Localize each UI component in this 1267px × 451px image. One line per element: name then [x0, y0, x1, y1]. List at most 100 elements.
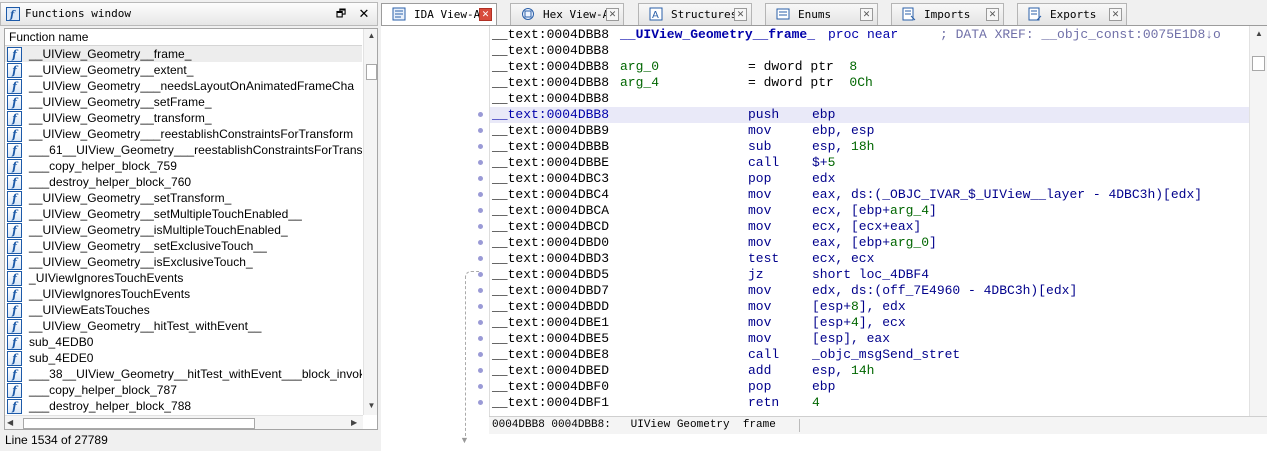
function-list-item[interactable]: f __UIView_Geometry__setTransform_	[5, 190, 362, 206]
column-header-function-name[interactable]: Function name	[5, 29, 362, 46]
function-list-item[interactable]: f ___38__UIView_Geometry__hitTest_withEve…	[5, 366, 362, 382]
operands: _objc_msgSend_stret	[812, 347, 960, 363]
close-tab-icon[interactable]: ✕	[860, 8, 873, 21]
close-tab-icon[interactable]: ✕	[986, 8, 999, 21]
disassembly-line[interactable]: __text:0004DBD0 mov eax, [ebp+arg_0]	[490, 235, 1249, 251]
breakpoint-dot[interactable]	[478, 288, 483, 293]
tab-ida-view-a[interactable]: IDA View-A ✕	[381, 3, 497, 26]
tab-exports[interactable]: Exports ✕	[1017, 3, 1127, 25]
scroll-right-icon[interactable]: ▶	[351, 416, 357, 429]
scroll-down-icon[interactable]: ▼	[364, 399, 377, 413]
function-list-item[interactable]: f ___destroy_helper_block_760	[5, 174, 362, 190]
scroll-thumb[interactable]	[1252, 56, 1265, 71]
disassembly-line[interactable]: __text:0004DBB9 mov ebp, esp	[490, 123, 1249, 139]
function-list-item[interactable]: f ___copy_helper_block_787	[5, 382, 362, 398]
function-list-item[interactable]: f __UIViewEatsTouches	[5, 302, 362, 318]
disassembly-line[interactable]: __text:0004DBED add esp, 14h	[490, 363, 1249, 379]
function-list-item[interactable]: f __UIView_Geometry__setFrame_	[5, 94, 362, 110]
tab-enums[interactable]: Enums ✕	[765, 3, 878, 25]
function-list-item[interactable]: f __UIView_Geometry__setMultipleTouchEnab…	[5, 206, 362, 222]
disassembly-line[interactable]: __text:0004DBB8 arg_0 = dword ptr 8	[490, 59, 1249, 75]
disassembly-line[interactable]: __text:0004DBF1 retn 4	[490, 395, 1249, 411]
function-list-item[interactable]: f __UIView_Geometry__isMultipleTouchEnabl…	[5, 222, 362, 238]
address: __text:0004DBDD	[492, 299, 610, 314]
mnemonic: mov	[748, 219, 772, 234]
function-list-item[interactable]: f __UIViewIgnoresTouchEvents	[5, 286, 362, 302]
close-tab-icon[interactable]: ✕	[734, 8, 747, 21]
function-list-item[interactable]: f ___copy_helper_block_759	[5, 158, 362, 174]
breakpoint-dot[interactable]	[478, 352, 483, 357]
breakpoint-dot[interactable]	[478, 400, 483, 405]
breakpoint-dot[interactable]	[478, 112, 483, 117]
functions-vertical-scrollbar[interactable]: ▲ ▼	[363, 29, 377, 415]
disassembly-line[interactable]: __text:0004DBB8 arg_4 = dword ptr 0Ch	[490, 75, 1249, 91]
disassembly-line[interactable]: __text:0004DBB8 __UIView_Geometry__frame_…	[490, 27, 1249, 43]
function-list-item[interactable]: f _UIViewIgnoresTouchEvents	[5, 270, 362, 286]
address: __text:0004DBB9	[492, 123, 610, 138]
disassembly-line[interactable]: __text:0004DBD7 mov edx, ds:(off_7E4960 - …	[490, 283, 1249, 299]
disassembly-line[interactable]: __text:0004DBD3 test ecx, ecx	[490, 251, 1249, 267]
tab-imports[interactable]: Imports ✕	[891, 3, 1004, 25]
tab-hex-view-a[interactable]: Hex View-A ✕	[510, 3, 624, 25]
disassembly-line[interactable]: __text:0004DBF0 pop ebp	[490, 379, 1249, 395]
disassembly-line[interactable]: __text:0004DBB8	[490, 91, 1249, 107]
tab-structures[interactable]: A Structures ✕	[638, 3, 752, 25]
functions-window-titlebar[interactable]: f Functions window 🗗 ✕	[0, 2, 378, 26]
float-window-icon[interactable]: 🗗	[333, 6, 349, 22]
disassembly-listing[interactable]: __text:0004DBB8 __UIView_Geometry__frame_…	[489, 26, 1249, 416]
breakpoint-dot[interactable]	[478, 256, 483, 261]
function-list-item[interactable]: f __UIView_Geometry__isExclusiveTouch_	[5, 254, 362, 270]
function-list-item[interactable]: f __UIView_Geometry___reestablishConstrai…	[5, 126, 362, 142]
scroll-left-icon[interactable]: ◀	[7, 416, 13, 429]
breakpoint-dot[interactable]	[478, 176, 483, 181]
function-list-item[interactable]: f __UIView_Geometry__extent_	[5, 62, 362, 78]
function-list-item[interactable]: f __UIView_Geometry__setExclusiveTouch__	[5, 238, 362, 254]
function-list-item[interactable]: f ___destroy_helper_block_788	[5, 398, 362, 414]
disassembly-line[interactable]: __text:0004DBE5 mov [esp], eax	[490, 331, 1249, 347]
disassembly-line[interactable]: __text:0004DBBB sub esp, 18h	[490, 139, 1249, 155]
disassembly-line[interactable]: __text:0004DBB8	[490, 43, 1249, 59]
breakpoint-dot[interactable]	[478, 320, 483, 325]
disassembly-line[interactable]: __text:0004DBE8 call _objc_msgSend_stret	[490, 347, 1249, 363]
disassembly-line[interactable]: __text:0004DBC3 pop edx	[490, 171, 1249, 187]
functions-list[interactable]: Function name f __UIView_Geometry__frame_…	[4, 28, 378, 430]
scroll-thumb[interactable]	[366, 64, 377, 80]
function-list-item[interactable]: f ___61__UIView_Geometry___reestablishCon…	[5, 142, 362, 158]
scroll-up-icon[interactable]: ▲	[1250, 26, 1267, 42]
function-list-item[interactable]: f __UIView_Geometry___needsLayoutOnAnimat…	[5, 78, 362, 94]
scroll-thumb[interactable]	[23, 418, 255, 429]
breakpoint-dot[interactable]	[478, 144, 483, 149]
breakpoint-dot[interactable]	[478, 128, 483, 133]
mnemonic: mov	[748, 315, 772, 330]
disassembly-vertical-scrollbar[interactable]: ▲	[1249, 26, 1267, 416]
breakpoint-dot[interactable]	[478, 336, 483, 341]
breakpoint-dot[interactable]	[478, 160, 483, 165]
disassembly-line[interactable]: __text:0004DBB8 push ebp	[490, 107, 1249, 123]
function-list-item[interactable]: f __UIView_Geometry__hitTest_withEvent__	[5, 318, 362, 334]
close-tab-icon[interactable]: ✕	[1109, 8, 1122, 21]
breakpoint-dot[interactable]	[478, 208, 483, 213]
close-tab-icon[interactable]: ✕	[606, 8, 619, 21]
functions-horizontal-scrollbar[interactable]: ◀ ▶	[5, 415, 363, 429]
disassembly-line[interactable]: __text:0004DBD5 jz short loc_4DBF4	[490, 267, 1249, 283]
breakpoint-dot[interactable]	[478, 224, 483, 229]
breakpoint-dot[interactable]	[478, 368, 483, 373]
close-window-icon[interactable]: ✕	[356, 6, 372, 22]
disassembly-line[interactable]: __text:0004DBDD mov [esp+8], edx	[490, 299, 1249, 315]
disassembly-line[interactable]: __text:0004DBE1 mov [esp+4], ecx	[490, 315, 1249, 331]
close-tab-icon[interactable]: ✕	[479, 8, 492, 21]
breakpoint-dot[interactable]	[478, 272, 483, 277]
breakpoint-dot[interactable]	[478, 192, 483, 197]
disassembly-line[interactable]: __text:0004DBCD mov ecx, [ecx+eax]	[490, 219, 1249, 235]
function-list-item[interactable]: f __UIView_Geometry__transform_	[5, 110, 362, 126]
disassembly-line[interactable]: __text:0004DBCA mov ecx, [ebp+arg_4]	[490, 203, 1249, 219]
breakpoint-dot[interactable]	[478, 240, 483, 245]
scroll-up-icon[interactable]: ▲	[364, 29, 377, 43]
disassembly-line[interactable]: __text:0004DBC4 mov eax, ds:(_OBJC_IVAR_$_…	[490, 187, 1249, 203]
breakpoint-dot[interactable]	[478, 384, 483, 389]
function-list-item[interactable]: f sub_4EDB0	[5, 334, 362, 350]
disassembly-line[interactable]: __text:0004DBBE call $+5	[490, 155, 1249, 171]
function-list-item[interactable]: f __UIView_Geometry__frame_	[5, 46, 362, 62]
breakpoint-dot[interactable]	[478, 304, 483, 309]
function-list-item[interactable]: f sub_4EDE0	[5, 350, 362, 366]
